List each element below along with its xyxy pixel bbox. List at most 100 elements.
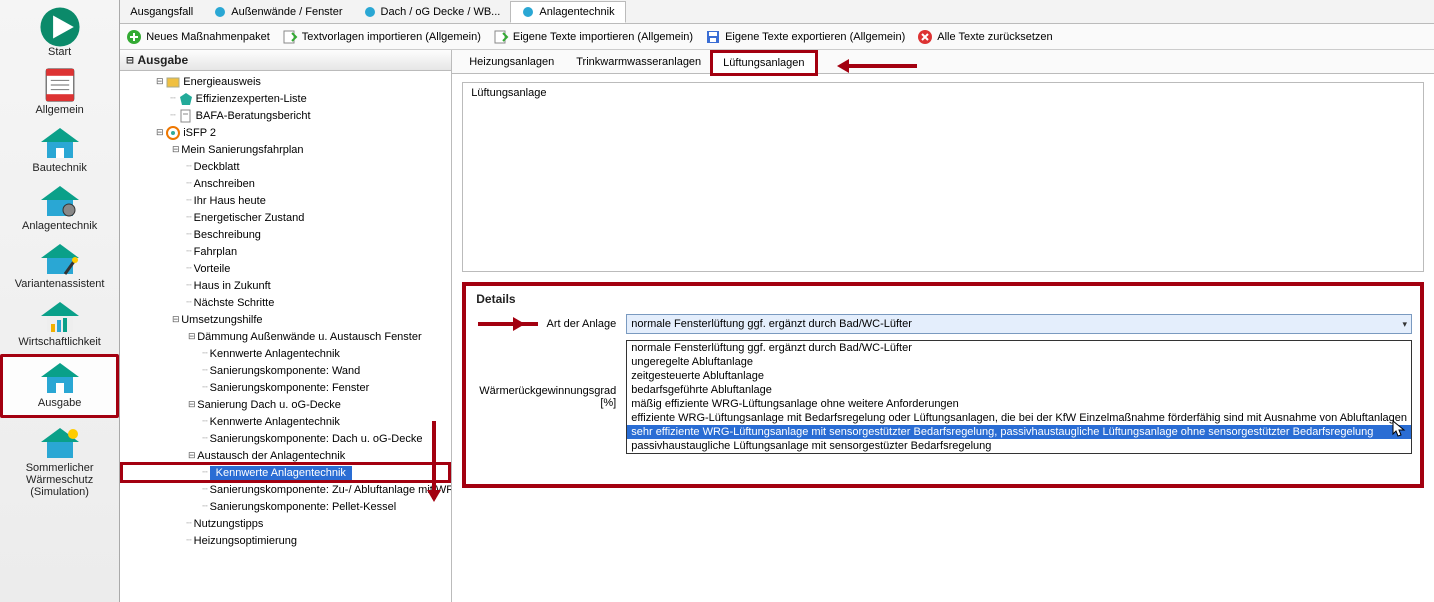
twister-icon[interactable]: ⊟ [186,450,197,461]
tree-node[interactable]: ┄Anschreiben [120,175,451,192]
btn-label: Textvorlagen importieren (Allgemein) [302,31,481,43]
tree-node[interactable]: ┄Fahrplan [120,243,451,260]
dropdown-option[interactable]: bedarfsgeführte Abluftanlage [627,383,1411,397]
tree-node[interactable]: ┄Kennwerte Anlagentechnik [120,345,451,362]
twister-icon[interactable]: ⊟ [154,76,165,87]
tree-node[interactable]: ⊟Austausch der Anlagentechnik [120,447,451,464]
subtab-lueftung[interactable]: Lüftungsanlagen [712,52,815,74]
tree-connector: ┄ [202,416,209,427]
tree-node[interactable]: ⊟Energieausweis [120,73,451,90]
tree-label: Sanierungskomponente: Zu-/ Abluftanlage … [210,484,452,496]
sub-tabs: Heizungsanlagen Trinkwarmwasseranlagen L… [452,50,1434,74]
combo-art-der-anlage[interactable]: normale Fensterlüftung ggf. ergänzt durc… [626,314,1412,334]
subtab-heizung[interactable]: Heizungsanlagen [458,51,565,73]
tree-node[interactable]: ⊟Sanierung Dach u. oG-Decke [120,396,451,413]
nav-label: Allgemein [2,104,117,116]
btn-new-package[interactable]: Neues Maßnahmenpaket [126,29,270,45]
lueftungsanlage-group: Lüftungsanlage [462,82,1424,272]
dropdown-option[interactable]: normale Fensterlüftung ggf. ergänzt durc… [627,341,1411,355]
nav-sommerlicher[interactable]: Sommerlicher Wärmeschutz (Simulation) [0,422,119,504]
house-sun-icon [37,426,83,460]
tree-node[interactable]: ⊟Dämmung Außenwände u. Austausch Fenster [120,328,451,345]
tree-node[interactable]: ┄Kennwerte Anlagentechnik [120,464,451,481]
nav-start[interactable]: Start [0,6,119,64]
field-label-wrg: Wärmerückgewinnungsgrad [%] [474,385,626,409]
tree-node[interactable]: ┄Sanierungskomponente: Dach u. oG-Decke [120,430,451,447]
btn-reset-all[interactable]: Alle Texte zurücksetzen [917,29,1052,45]
tree-node[interactable]: ┄BAFA-Beratungsbericht [120,107,451,124]
tree-node[interactable]: ┄Sanierungskomponente: Fenster [120,379,451,396]
dropdown-option[interactable]: passivhaustaugliche Lüftungsanlage mit s… [627,439,1411,453]
tree-node[interactable]: ┄Ihr Haus heute [120,192,451,209]
tree-node[interactable]: ┄Haus in Zukunft [120,277,451,294]
tree-node[interactable]: ┄Effizienzexperten-Liste [120,90,451,107]
tree-node[interactable]: ┄Beschreibung [120,226,451,243]
tree-node[interactable]: ┄Heizungsoptimierung [120,532,451,549]
dropdown-option[interactable]: ungeregelte Abluftanlage [627,355,1411,369]
tree-node[interactable]: ⊟iSFP 2 [120,124,451,141]
nav-anlagentechnik[interactable]: Anlagentechnik [0,180,119,238]
tree-node[interactable]: ┄Vorteile [120,260,451,277]
tree-node[interactable]: ⊟Mein Sanierungsfahrplan [120,141,451,158]
badge-green-icon [179,92,193,106]
twister-icon[interactable]: ⊟ [154,127,165,138]
tree-node[interactable]: ┄Sanierungskomponente: Zu-/ Abluftanlage… [120,481,451,498]
tree-node[interactable]: ┄Deckblatt [120,158,451,175]
dropdown-option[interactable]: mäßig effiziente WRG-Lüftungsanlage ohne… [627,397,1411,411]
btn-import-templates[interactable]: Textvorlagen importieren (Allgemein) [282,29,481,45]
tree-connector: ┄ [186,297,193,308]
red-arrow-down [432,421,436,499]
tree-node[interactable]: ⊟Umsetzungshilfe [120,311,451,328]
nav-allgemein[interactable]: Allgemein [0,64,119,122]
tree-connector: ┄ [186,280,193,291]
dropdown-option[interactable]: zeitgesteuerte Abluftanlage [627,369,1411,383]
twister-icon[interactable]: ⊟ [186,399,197,410]
tree-label: Sanierungskomponente: Dach u. oG-Decke [210,433,423,445]
dropdown-option[interactable]: sehr effiziente WRG-Lüftungsanlage mit s… [627,425,1411,439]
chevron-down-icon: ▾ [1402,319,1407,330]
house-gear-icon [37,184,83,218]
nav-label: Variantenassistent [2,278,117,290]
twister-icon[interactable]: ⊟ [170,314,181,325]
tool-icon [521,5,535,19]
btn-export-own[interactable]: Eigene Texte exportieren (Allgemein) [705,29,905,45]
tree-label: Fahrplan [194,246,237,258]
nav-label: Wirtschaftlichkeit [2,336,117,348]
tree-connector: ┄ [202,348,209,359]
tree-label: Effizienzexperten-Liste [196,93,307,105]
content-split: ⊟ Ausgabe ⊟Energieausweis┄Effizienzexper… [120,50,1434,602]
minus-icon[interactable]: ⊟ [126,53,133,67]
tree-connector: ┄ [186,212,193,223]
tab-aussenwaende[interactable]: Außenwände / Fenster [203,2,352,22]
tree-node[interactable]: ┄Nutzungstipps [120,515,451,532]
tree-body[interactable]: ⊟Energieausweis┄Effizienzexperten-Liste┄… [120,71,451,602]
field-label-art: Art der Anlage [540,318,626,330]
twister-icon[interactable]: ⊟ [170,144,181,155]
dropdown-option[interactable]: effiziente WRG-Lüftungsanlage mit Bedarf… [627,411,1411,425]
tree-node[interactable]: ┄Energetischer Zustand [120,209,451,226]
tree-connector: ┄ [186,535,193,546]
tree-node[interactable]: ┄Sanierungskomponente: Wand [120,362,451,379]
twister-icon[interactable]: ⊟ [186,331,197,342]
tab-ausgangsfall[interactable]: Ausgangsfall [120,3,203,21]
subtab-trinkwarmwasser[interactable]: Trinkwarmwasseranlagen [565,51,712,73]
tab-anlagentechnik[interactable]: Anlagentechnik [510,1,625,23]
tree-connector: ┄ [186,263,193,274]
dropdown-list[interactable]: normale Fensterlüftung ggf. ergänzt durc… [626,340,1412,454]
folder-chart-icon [166,75,180,89]
tree-node[interactable]: ┄Kennwerte Anlagentechnik [120,413,451,430]
nav-label: Anlagentechnik [2,220,117,232]
nav-bautechnik[interactable]: Bautechnik [0,122,119,180]
tree-label: Heizungsoptimierung [194,535,297,547]
house-out-icon [37,361,83,395]
tree-connector: ┄ [186,161,193,172]
play-icon [37,10,83,44]
tab-dach[interactable]: Dach / oG Decke / WB... [353,2,511,22]
tree-node[interactable]: ┄Nächste Schritte [120,294,451,311]
nav-variantenassistent[interactable]: Variantenassistent [0,238,119,296]
btn-import-own[interactable]: Eigene Texte importieren (Allgemein) [493,29,693,45]
tree-connector: ┄ [202,501,209,512]
nav-ausgabe[interactable]: Ausgabe [0,354,119,418]
nav-wirtschaftlichkeit[interactable]: Wirtschaftlichkeit [0,296,119,354]
tree-node[interactable]: ┄Sanierungskomponente: Pellet-Kessel [120,498,451,515]
